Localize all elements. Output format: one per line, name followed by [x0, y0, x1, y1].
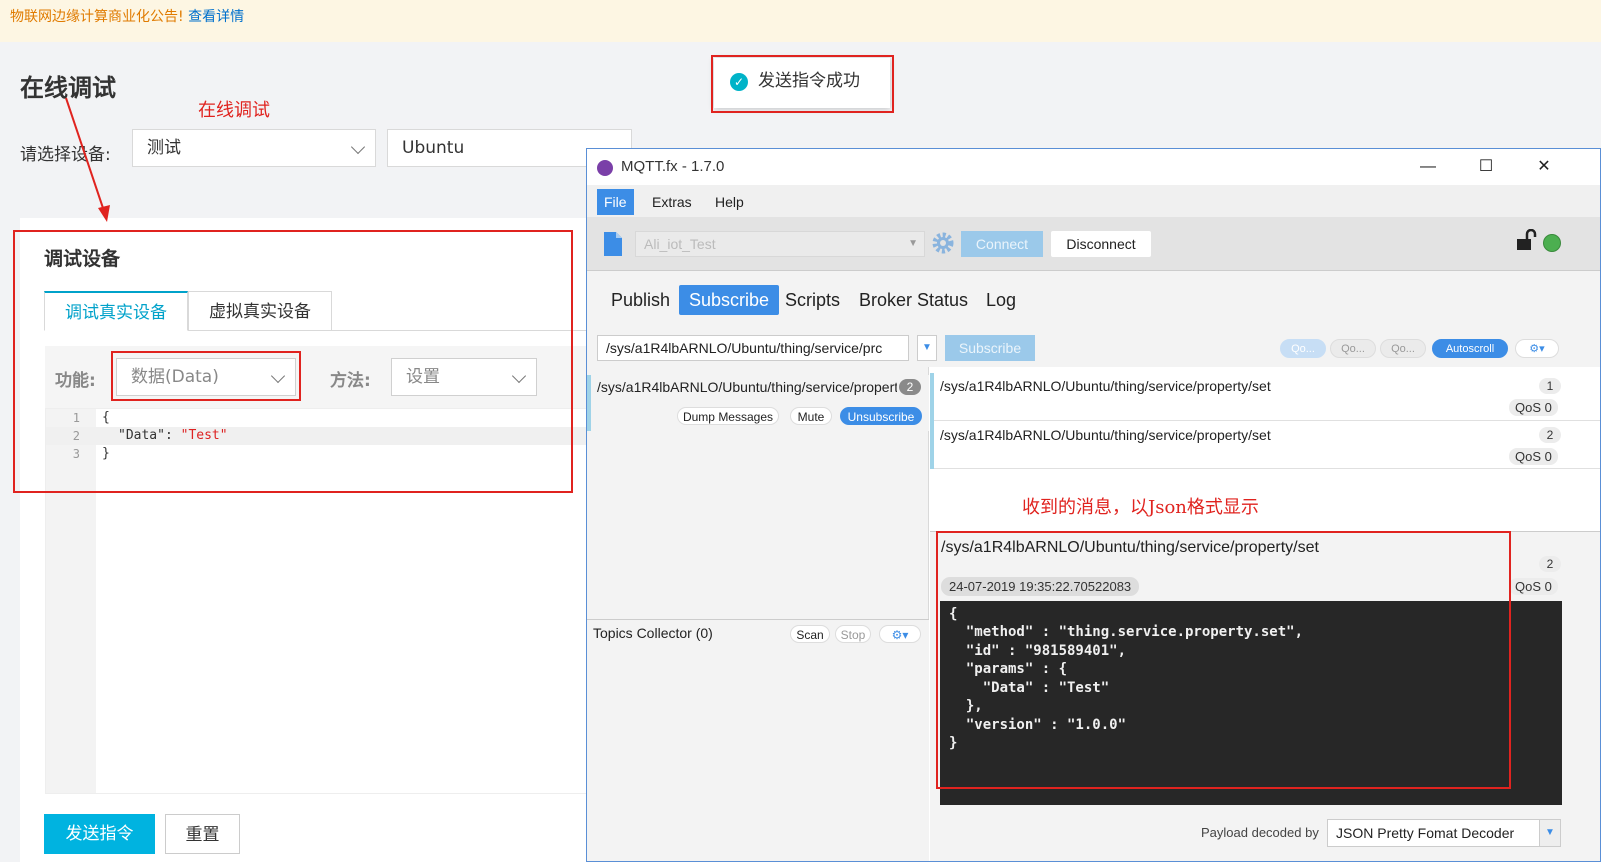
detail-qos: QoS 0 — [1509, 578, 1558, 595]
notice-bar: 物联网边缘计算商业化公告! 查看详情 — [0, 0, 1601, 42]
connect-button[interactable]: Connect — [961, 231, 1043, 257]
annotation-received: 收到的消息，以Json格式显示 — [1022, 497, 1259, 518]
message-qos: QoS 0 — [1509, 448, 1558, 465]
message-index: 2 — [1539, 427, 1561, 443]
annotation-box-function — [111, 351, 301, 401]
notice-text: 物联网边缘计算商业化公告! — [10, 9, 184, 25]
disconnect-button[interactable]: Disconnect — [1051, 231, 1151, 257]
message-topic: /sys/a1R4lbARNLO/Ubuntu/thing/service/pr… — [940, 427, 1271, 443]
product-select-value: 测试 — [147, 138, 181, 158]
menu-bar: File Extras Help — [587, 185, 1600, 217]
stop-button[interactable]: Stop — [835, 625, 871, 643]
connection-status-indicator — [1543, 234, 1561, 252]
message-index: 1 — [1539, 378, 1561, 394]
qos1-toggle[interactable]: Qo... — [1330, 339, 1376, 358]
profile-select[interactable]: Ali_iot_Test ▼ — [635, 231, 925, 257]
product-select[interactable]: 测试 — [132, 129, 376, 167]
menu-help[interactable]: Help — [708, 189, 751, 215]
unlock-icon — [1517, 229, 1537, 250]
message-color-bar — [930, 421, 934, 469]
message-topic: /sys/a1R4lbARNLO/Ubuntu/thing/service/pr… — [940, 378, 1271, 394]
notice-link[interactable]: 查看详情 — [188, 9, 244, 25]
annotation-box-payload — [936, 531, 1511, 789]
subscription-color-bar — [587, 375, 591, 431]
subscribe-button[interactable]: Subscribe — [945, 335, 1035, 361]
subscription-count: 2 — [899, 379, 921, 395]
file-icon[interactable] — [603, 231, 623, 257]
mute-button[interactable]: Mute — [790, 407, 832, 425]
tab-publish[interactable]: Publish — [601, 285, 680, 315]
send-command-button[interactable]: 发送指令 — [44, 814, 155, 854]
topics-collector — [587, 619, 929, 861]
gear-icon[interactable] — [931, 231, 955, 255]
device-select-value: Ubuntu — [402, 138, 465, 158]
menu-file[interactable]: File — [597, 189, 634, 215]
qos0-toggle[interactable]: Qo... — [1280, 339, 1326, 358]
subscription-topic: /sys/a1R4lbARNLO/Ubuntu/thing/service/pr… — [597, 379, 897, 395]
scan-button[interactable]: Scan — [790, 625, 830, 643]
profile-value: Ali_iot_Test — [644, 236, 716, 252]
topics-collector-title: Topics Collector (0) — [593, 625, 713, 641]
dump-messages-button[interactable]: Dump Messages — [677, 407, 779, 425]
settings-menu-icon[interactable]: ⚙▾ — [1515, 339, 1559, 358]
annotation-arrow-icon — [65, 97, 110, 222]
message-color-bar — [930, 373, 934, 421]
message-qos: QoS 0 — [1509, 399, 1558, 416]
title-bar: MQTT.fx - 1.7.0 — ☐ ✕ — [587, 149, 1600, 185]
window-title: MQTT.fx - 1.7.0 — [621, 158, 725, 175]
chevron-down-icon — [350, 139, 366, 155]
autoscroll-toggle[interactable]: Autoscroll — [1432, 339, 1508, 358]
close-icon[interactable]: ✕ — [1521, 149, 1567, 185]
detail-index: 2 — [1539, 556, 1561, 572]
minimize-icon[interactable]: — — [1405, 149, 1451, 185]
reset-button[interactable]: 重置 — [165, 814, 240, 854]
annotation-box-toast — [711, 55, 894, 113]
tab-broker-status[interactable]: Broker Status — [849, 285, 978, 315]
topic-input[interactable]: /sys/a1R4lbARNLO/Ubuntu/thing/service/pr… — [597, 335, 909, 361]
menu-extras[interactable]: Extras — [645, 189, 699, 215]
tab-subscribe[interactable]: Subscribe — [679, 285, 780, 315]
chevron-down-icon[interactable]: ▼ — [1539, 819, 1561, 847]
decoder-label: Payload decoded by — [1201, 825, 1319, 840]
tab-scripts[interactable]: Scripts — [775, 285, 850, 315]
tab-log[interactable]: Log — [976, 285, 1026, 315]
qos2-toggle[interactable]: Qo... — [1380, 339, 1426, 358]
chevron-down-icon: ▼ — [908, 238, 918, 249]
decoder-select[interactable]: JSON Pretty Fomat Decoder — [1327, 819, 1547, 847]
annotation-online-debug: 在线调试 — [198, 100, 270, 121]
chevron-down-icon[interactable]: ▼ — [917, 335, 937, 361]
collector-settings-icon[interactable]: ⚙▾ — [879, 625, 921, 643]
unsubscribe-button[interactable]: Unsubscribe — [840, 407, 922, 425]
app-icon — [597, 160, 613, 176]
maximize-icon[interactable]: ☐ — [1463, 149, 1509, 185]
